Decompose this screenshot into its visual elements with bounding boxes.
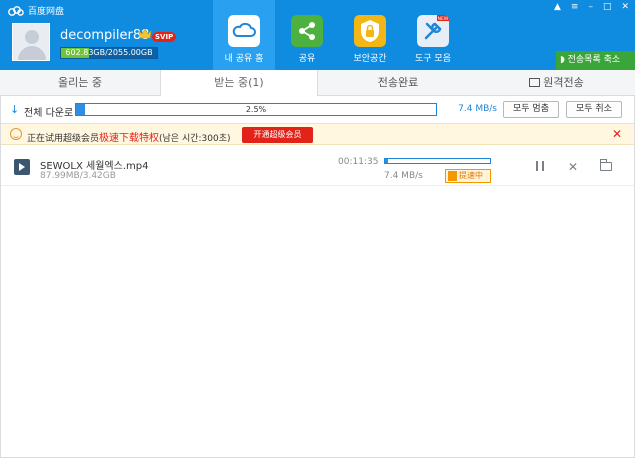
svip-badge: SVIP <box>152 32 177 42</box>
close-icon[interactable]: ✕ <box>621 2 629 12</box>
total-progress-text: 2.5% <box>245 105 267 114</box>
download-summary: ↓ 전체 다운로 2.5% 7.4 MB/s 모두 멈춤 모두 취소 <box>0 96 635 123</box>
cancel-download-icon[interactable]: ✕ <box>568 160 578 174</box>
tab-uploading[interactable]: 올리는 중 <box>0 70 160 96</box>
share-icon <box>291 15 323 47</box>
storage-quota-bar: 602.83GB/2055.00GB <box>60 47 158 59</box>
avatar[interactable] <box>12 23 50 61</box>
nav-tools-label: 도구 모음 <box>415 54 451 64</box>
maximize-icon[interactable]: □ <box>603 2 612 12</box>
file-name: SEWOLX 세월엑스.mp4 <box>40 161 149 172</box>
minimize-icon[interactable]: – <box>588 2 593 12</box>
file-progress-fill <box>385 159 388 163</box>
smile-icon <box>10 128 22 140</box>
storage-quota-text: 602.83GB/2055.00GB <box>65 48 153 57</box>
download-arrow-icon: ↓ <box>10 103 20 116</box>
file-progress-bar <box>384 158 491 164</box>
collapse-arrow-icon: ◗ <box>560 55 565 65</box>
transfer-tabs: 올리는 중 받는 중(1) 전송완료 원격전송 <box>0 70 635 97</box>
nav-secure-space[interactable]: 보안공간 <box>339 0 401 70</box>
total-progress-bar: 2.5% <box>75 103 437 116</box>
tab-downloading[interactable]: 받는 중(1) <box>160 70 318 97</box>
window-controls: ▲ ≡ – □ ✕ <box>554 2 629 12</box>
username[interactable]: decompiler88 <box>60 28 149 43</box>
file-size: 87.99MB/3.42GB <box>40 171 116 181</box>
pause-all-button[interactable]: 모두 멈춤 <box>503 101 559 118</box>
remaining-time: 00:11:35 <box>338 157 379 167</box>
app-title: 百度网盘 <box>28 7 65 17</box>
cloud-logo-icon <box>8 5 24 16</box>
tools-icon: NEW <box>417 15 449 47</box>
cloud-home-icon <box>228 15 260 47</box>
open-svip-button[interactable]: 开通超级会员 <box>242 127 313 143</box>
nav-tools[interactable]: NEW 도구 모음 <box>402 0 464 70</box>
pause-icon[interactable] <box>536 161 544 171</box>
total-download-label: 전체 다운로 <box>24 108 74 119</box>
new-badge: NEW <box>438 16 449 22</box>
lock-icon <box>354 15 386 47</box>
crown-icon <box>138 28 152 39</box>
speed-boost-badge: 提速中 <box>445 169 491 183</box>
notification-icon[interactable]: ▲ <box>554 2 561 12</box>
file-speed: 7.4 MB/s <box>384 171 423 181</box>
video-file-icon <box>14 159 30 175</box>
svip-trial-notice: 正在试用超级会员极速下载特权(남은 시간:300초) 开通超级会员 ✕ <box>0 123 635 145</box>
menu-icon[interactable]: ≡ <box>571 2 579 12</box>
total-speed: 7.4 MB/s <box>458 104 497 114</box>
nav-my-share-home[interactable]: 내 공유 홈 <box>213 0 275 70</box>
tab-remote-transfer[interactable]: 원격전송 <box>478 70 635 96</box>
app-logo: 百度网盘 <box>8 4 64 17</box>
nav-share-label: 공유 <box>298 54 316 64</box>
nav-share[interactable]: 공유 <box>276 0 338 70</box>
header: 百度网盘 ▲ ≡ – □ ✕ decompiler88 SVIP 602.83G… <box>0 0 635 70</box>
remote-transfer-icon <box>529 78 541 87</box>
notice-close-icon[interactable]: ✕ <box>612 127 622 141</box>
nav-secure-space-label: 보안공간 <box>353 54 387 64</box>
tab-completed[interactable]: 전송완료 <box>318 70 478 96</box>
notice-text: 正在试用超级会员极速下载特权(남은 시간:300초) <box>27 133 231 144</box>
cancel-all-button[interactable]: 모두 취소 <box>566 101 622 118</box>
collapse-transfer-list-button[interactable]: ◗ 전송목록 축소 <box>556 51 635 70</box>
nav-my-share-home-label: 내 공유 홈 <box>224 54 264 64</box>
open-folder-icon[interactable] <box>600 159 612 171</box>
